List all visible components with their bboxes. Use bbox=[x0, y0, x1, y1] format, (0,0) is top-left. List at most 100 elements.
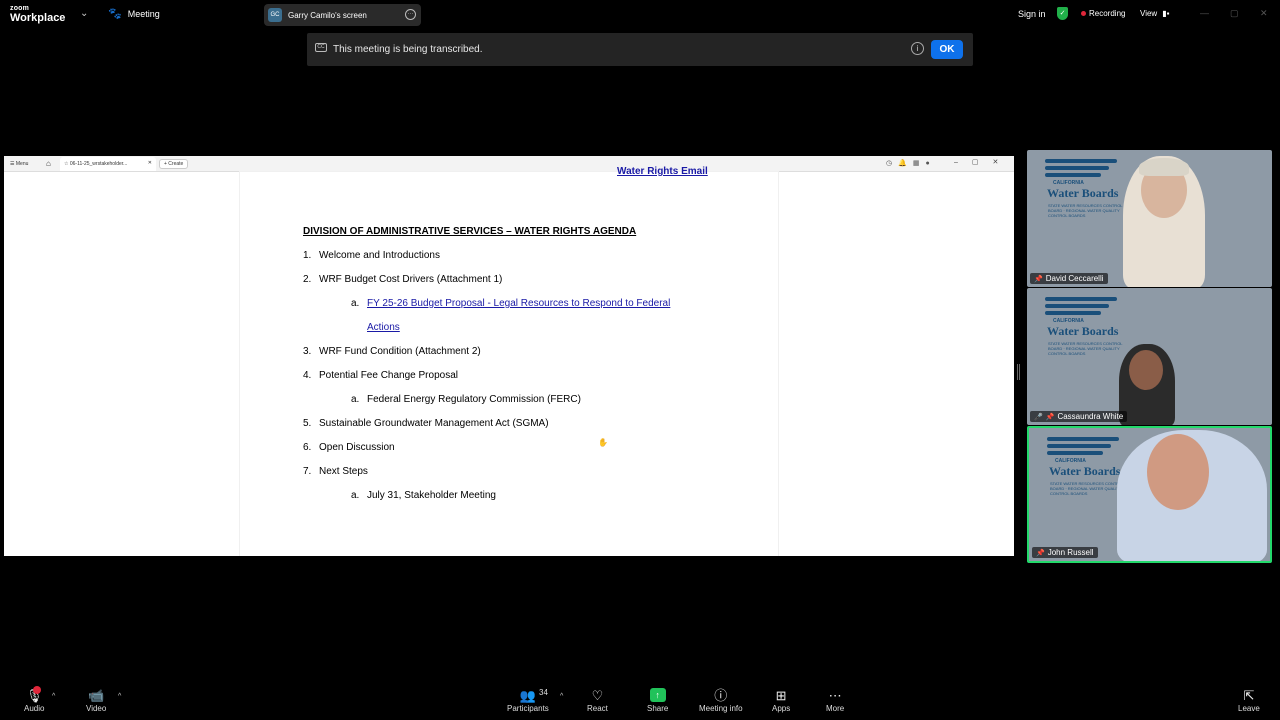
banner-text: This meeting is being transcribed. bbox=[333, 44, 483, 55]
muted-mic-icon: 🎤 bbox=[1034, 413, 1043, 421]
leave-button[interactable]: ⇱ Leave bbox=[1238, 687, 1260, 713]
minimize-icon[interactable]: — bbox=[1200, 8, 1209, 18]
react-label: React bbox=[587, 704, 608, 713]
top-bar: zoom Workplace ⌄ 🐾 Meeting GC Garry Cami… bbox=[0, 0, 1280, 30]
agenda-item: 2. WRF Budget Cost Drivers (Attachment 1) bbox=[303, 274, 503, 285]
agenda-subitem-continued: Actions bbox=[367, 322, 400, 333]
leave-label: Leave bbox=[1238, 704, 1260, 713]
water-boards-logo: CALIFORNIA Water Boards STATE WATER RESO… bbox=[1045, 294, 1125, 356]
view-button[interactable]: View ▮▪ bbox=[1140, 9, 1169, 18]
close-icon[interactable]: ✕ bbox=[1260, 8, 1268, 19]
apps-icon: ⊞ bbox=[775, 688, 787, 703]
pin-icon: 📌 bbox=[1034, 275, 1043, 283]
video-button[interactable]: 📹 Video bbox=[86, 687, 106, 713]
chevron-down-icon[interactable]: ⌄ bbox=[80, 8, 88, 19]
agenda-item: 7. Next Steps bbox=[303, 466, 368, 477]
participants-count: 34 bbox=[539, 688, 548, 697]
more-options-icon[interactable]: ··· bbox=[405, 9, 416, 20]
heart-chat-icon: ♡ bbox=[591, 688, 604, 703]
meeting-button[interactable]: 🐾 Meeting bbox=[108, 7, 160, 20]
water-boards-logo: CALIFORNIA Water Boards STATE WATER RESO… bbox=[1045, 156, 1125, 218]
meeting-toolbar: 🎙 Audio ^ 📹 Video ^ 👥 Participants 34 ^ … bbox=[0, 683, 1280, 720]
audio-label: Audio bbox=[24, 704, 45, 713]
pin-icon: 📌 bbox=[1045, 413, 1055, 421]
recording-indicator[interactable]: Recording bbox=[1081, 9, 1125, 18]
participant-video bbox=[1117, 430, 1267, 561]
participant-video bbox=[1123, 156, 1205, 287]
info-icon: ⓘ bbox=[714, 688, 728, 703]
agenda-item: 5. Sustainable Groundwater Management Act… bbox=[303, 418, 549, 429]
agenda-item: 4. Potential Fee Change Proposal bbox=[303, 370, 458, 381]
presenter-avatar: GC bbox=[268, 8, 282, 22]
shared-create: + Create bbox=[159, 159, 189, 169]
shared-screen[interactable]: ☰ Menu ⌂ ☆ 06-11-25_wrstakeholder... ✕ +… bbox=[4, 156, 1014, 556]
shared-menu: ☰ Menu bbox=[10, 161, 29, 167]
audio-status-badge bbox=[33, 686, 41, 694]
participants-icon: 👥 bbox=[519, 688, 536, 703]
paw-icon: 🐾 bbox=[108, 8, 122, 20]
transcription-banner: CC This meeting is being transcribed. i … bbox=[307, 33, 973, 66]
info-icon[interactable]: i bbox=[911, 42, 924, 55]
water-boards-logo: CALIFORNIA Water Boards STATE WATER RESO… bbox=[1047, 434, 1127, 496]
audio-options-caret-icon[interactable]: ^ bbox=[52, 693, 55, 700]
agenda-item: 6. Open Discussion bbox=[303, 442, 395, 453]
ok-button[interactable]: OK bbox=[931, 40, 963, 59]
shared-window-controls: –▢✕ bbox=[954, 159, 1013, 166]
maximize-icon[interactable]: ▢ bbox=[1230, 8, 1239, 19]
participant-name: David Ceccarelli bbox=[1045, 274, 1104, 283]
react-button[interactable]: ♡ React bbox=[587, 687, 608, 713]
agenda-item: 3. WRF Fund Condition (Attachment 2) bbox=[303, 346, 481, 357]
agenda-document: Water Rights Email DIVISION OF ADMINISTR… bbox=[240, 166, 778, 556]
agenda-heading: DIVISION OF ADMINISTRATIVE SERVICES – WA… bbox=[303, 226, 637, 237]
participant-nameplate: 📌 David Ceccarelli bbox=[1030, 273, 1108, 284]
video-tile[interactable]: CALIFORNIA Water Boards STATE WATER RESO… bbox=[1027, 150, 1272, 287]
participant-nameplate: 📌 John Russell bbox=[1032, 547, 1098, 558]
video-tile-active-speaker[interactable]: CALIFORNIA Water Boards STATE WATER RESO… bbox=[1027, 426, 1272, 563]
shared-tab: ☆ 06-11-25_wrstakeholder... ✕ bbox=[60, 157, 156, 171]
zoom-logo[interactable]: zoom Workplace bbox=[10, 5, 65, 24]
participant-name: Cassaundra White bbox=[1057, 412, 1124, 421]
encryption-shield-icon[interactable]: ✓ bbox=[1057, 7, 1068, 20]
video-label: Video bbox=[86, 704, 107, 713]
home-icon: ⌂ bbox=[46, 159, 51, 168]
meeting-label: Meeting bbox=[127, 8, 160, 19]
apps-button[interactable]: ⊞ Apps bbox=[772, 687, 790, 713]
screen-label: Garry Camilo's screen bbox=[288, 10, 367, 20]
share-label: Share bbox=[647, 704, 669, 713]
tab-close-icon: ✕ bbox=[147, 160, 152, 166]
recording-dot-icon bbox=[1081, 11, 1086, 16]
viewing-screen-pill[interactable]: GC Garry Camilo's screen ··· bbox=[264, 4, 421, 26]
participant-video bbox=[1119, 344, 1175, 425]
meeting-info-label: Meeting info bbox=[699, 704, 743, 713]
logo-line-1: zoom bbox=[10, 5, 30, 12]
apps-label: Apps bbox=[772, 704, 791, 713]
closed-captions-icon: CC bbox=[315, 43, 327, 52]
agenda-subitem: a. July 31, Stakeholder Meeting bbox=[351, 490, 496, 501]
participant-nameplate: 🎤 📌 Cassaundra White bbox=[1030, 411, 1128, 422]
view-label: View bbox=[1140, 9, 1158, 18]
water-rights-email-link: Water Rights Email bbox=[617, 166, 708, 177]
pin-icon: 📌 bbox=[1036, 549, 1045, 557]
share-screen-icon: ↑ bbox=[649, 688, 666, 702]
hand-cursor-icon: ✋ bbox=[598, 438, 608, 447]
share-button[interactable]: ↑ Share bbox=[647, 687, 668, 713]
video-options-caret-icon[interactable]: ^ bbox=[118, 693, 121, 700]
video-tile[interactable]: CALIFORNIA Water Boards STATE WATER RESO… bbox=[1027, 288, 1272, 425]
panel-resize-handle[interactable] bbox=[1017, 364, 1020, 380]
shared-browser-tabbar: ☰ Menu ⌂ ☆ 06-11-25_wrstakeholder... ✕ +… bbox=[4, 156, 1014, 172]
view-layout-icon: ▮▪ bbox=[1162, 9, 1170, 18]
participants-label: Participants bbox=[507, 704, 549, 713]
logo-line-2: Workplace bbox=[10, 12, 66, 24]
meeting-info-button[interactable]: ⓘ Meeting info bbox=[699, 687, 743, 713]
leave-icon: ⇱ bbox=[1243, 688, 1255, 703]
agenda-item: 1. Welcome and Introductions bbox=[303, 250, 440, 261]
shared-toolbar-icons: ◷🔔▦● bbox=[886, 160, 936, 167]
more-button[interactable]: ⋯ More bbox=[826, 687, 844, 713]
agenda-subitem: a. FY 25-26 Budget Proposal - Legal Resou… bbox=[351, 298, 671, 309]
sign-in-link[interactable]: Sign in bbox=[1018, 9, 1046, 19]
video-off-icon: 📹 bbox=[88, 688, 105, 703]
participant-name: John Russell bbox=[1047, 548, 1094, 557]
recording-label: Recording bbox=[1089, 9, 1126, 18]
participants-caret-icon[interactable]: ^ bbox=[560, 693, 563, 700]
more-label: More bbox=[826, 704, 845, 713]
